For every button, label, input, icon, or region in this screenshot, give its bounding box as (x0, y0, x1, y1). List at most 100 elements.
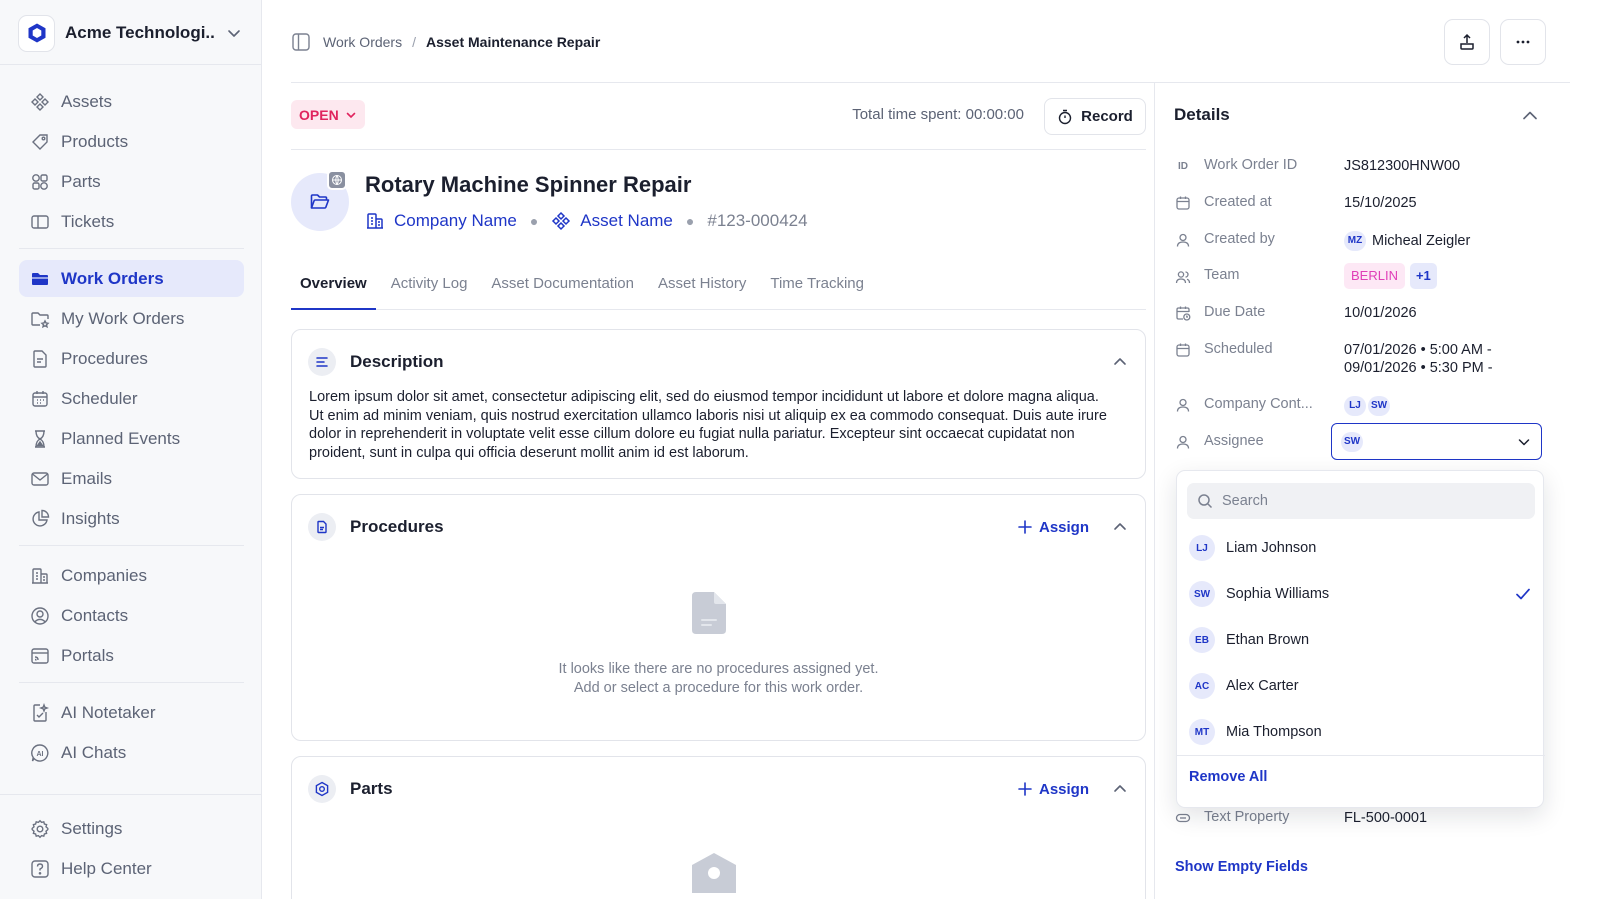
parts-header: Parts Assign (308, 775, 1129, 803)
assign-part-button[interactable]: Assign (1017, 781, 1089, 798)
assignee-option-name: Alex Carter (1226, 678, 1299, 694)
tab-time-tracking[interactable]: Time Tracking (761, 273, 873, 310)
sidebar-item-portals[interactable]: Portals (19, 637, 244, 674)
sidebar-item-insights[interactable]: Insights (19, 500, 244, 537)
breadcrumb-current: Asset Maintenance Repair (425, 34, 601, 50)
divider (0, 64, 262, 65)
remove-all-button[interactable]: Remove All (1189, 769, 1267, 785)
detail-label: Scheduled (1204, 341, 1273, 357)
sidebar-item-companies[interactable]: Companies (19, 557, 244, 594)
asset-link[interactable]: Asset Name (551, 211, 673, 231)
sidebar-item-work-orders[interactable]: Work Orders (19, 260, 244, 297)
search-input[interactable] (1222, 493, 1522, 509)
chevron-up-icon[interactable] (1111, 780, 1129, 798)
team-badge[interactable]: BERLIN (1344, 263, 1405, 289)
status-dropdown[interactable]: OPEN (291, 100, 365, 129)
sidebar-item-assets[interactable]: Assets (19, 83, 244, 120)
tab-asset-documentation[interactable]: Asset Documentation (482, 273, 643, 310)
assignee-option[interactable]: SW Sophia Williams (1189, 576, 1533, 612)
sidebar-item-parts[interactable]: Parts (19, 163, 244, 200)
work-order-number: #123-000424 (707, 211, 808, 230)
sidebar-nav: Assets Products Parts Tickets Work Order… (19, 83, 244, 774)
stopwatch-icon (1057, 109, 1081, 125)
avatar: MT (1189, 719, 1215, 745)
record-button[interactable]: Record (1044, 98, 1146, 135)
chevron-up-icon[interactable] (1521, 107, 1539, 125)
text-field-icon (1174, 809, 1192, 827)
sidebar-item-label: Help Center (61, 858, 152, 878)
empty-part-icon (692, 853, 736, 893)
avatar: SW (1189, 581, 1215, 607)
user-icon (1174, 396, 1192, 414)
company-link[interactable]: Company Name (365, 211, 517, 231)
sidebar-item-emails[interactable]: Emails (19, 460, 244, 497)
tab-overview[interactable]: Overview (291, 273, 376, 310)
breadcrumb-parent[interactable]: Work Orders (323, 34, 402, 50)
detail-value: 15/10/2025 (1344, 195, 1417, 211)
sidebar-item-label: AI Chats (61, 742, 127, 762)
separator-dot: ● (685, 213, 695, 229)
chevron-up-icon[interactable] (1111, 518, 1129, 536)
description-header: Description (308, 348, 1129, 376)
sidebar-toggle-icon[interactable] (291, 32, 311, 52)
detail-created-at: Created at 15/10/2025 (1174, 194, 1574, 212)
sidebar-item-tickets[interactable]: Tickets (19, 203, 244, 240)
sidebar-item-label: Assets (61, 91, 113, 111)
sidebar-item-contacts[interactable]: Contacts (19, 597, 244, 634)
sidebar-item-ai-chats[interactable]: AI AI Chats (19, 734, 244, 771)
more-teams-badge[interactable]: +1 (1409, 263, 1437, 289)
sidebar-item-products[interactable]: Products (19, 123, 244, 160)
sidebar-item-label: Companies (61, 565, 147, 585)
globe-icon (327, 170, 347, 190)
assignee-option[interactable]: MT Mia Thompson (1189, 714, 1533, 750)
portal-icon (29, 645, 51, 667)
folder-icon (29, 268, 51, 290)
sidebar-item-scheduler[interactable]: Scheduler (19, 380, 244, 417)
sidebar-item-ai-notetaker[interactable]: AI Notetaker (19, 694, 244, 731)
search-icon (1197, 493, 1213, 509)
more-options-button[interactable] (1500, 19, 1546, 65)
ai-notetaker-icon (29, 702, 51, 724)
description-text: Lorem ipsum dolor sit amet, consectetur … (309, 389, 1107, 461)
building-icon (29, 565, 51, 587)
separator-dot: ● (529, 213, 539, 229)
divider (19, 682, 244, 683)
assignee-option-name: Mia Thompson (1226, 724, 1322, 740)
tab-asset-history[interactable]: Asset History (649, 273, 755, 310)
assignee-search[interactable] (1187, 483, 1535, 519)
assignee-dropdown: LJ Liam Johnson SW Sophia Williams EB Et… (1176, 470, 1545, 808)
calendar-clock-icon (1174, 304, 1192, 322)
assignee-select[interactable]: SW (1331, 423, 1542, 460)
tab-activity-log[interactable]: Activity Log (382, 273, 477, 310)
share-button[interactable] (1444, 19, 1490, 65)
tag-icon (29, 131, 51, 153)
contact-icon (29, 605, 51, 627)
assignee-option-name: Liam Johnson (1226, 540, 1317, 556)
show-empty-fields-link[interactable]: Show Empty Fields (1175, 859, 1308, 875)
detail-value: 10/01/2026 (1344, 305, 1417, 321)
users-icon (1174, 268, 1192, 286)
sidebar-item-planned-events[interactable]: Planned Events (19, 420, 244, 457)
assignee-option[interactable]: LJ Liam Johnson (1189, 530, 1533, 566)
assign-procedure-button[interactable]: Assign (1017, 519, 1089, 536)
detail-label: Created at (1204, 194, 1272, 210)
main-content: OPEN Total time spent: 00:00:00 Record R… (291, 83, 1146, 899)
sidebar-item-my-work-orders[interactable]: My Work Orders (19, 300, 244, 337)
detail-label: Team (1204, 267, 1240, 283)
assignee-option[interactable]: EB Ethan Brown (1189, 622, 1533, 658)
detail-value: FL-500-0001 (1344, 810, 1428, 826)
detail-team: Team BERLIN +1 (1174, 263, 1574, 289)
org-switcher[interactable]: Acme Technologi... (18, 14, 248, 52)
plus-icon (1017, 781, 1039, 797)
sidebar-item-procedures[interactable]: Procedures (19, 340, 244, 377)
assignee-option[interactable]: AC Alex Carter (1189, 668, 1533, 704)
sidebar-item-label: Emails (61, 468, 113, 488)
detail-work-order-id: ID Work Order ID JS812300HNW00 (1174, 157, 1574, 175)
sidebar-item-help-center[interactable]: Help Center (19, 850, 244, 887)
org-name: Acme Technologi... (65, 23, 215, 42)
document-icon (308, 513, 336, 541)
chevron-up-icon[interactable] (1111, 353, 1129, 371)
hourglass-icon (29, 428, 51, 450)
sidebar-item-settings[interactable]: Settings (19, 810, 244, 847)
scheduled-end: 09/01/2026 • 5:30 PM - (1344, 360, 1493, 376)
